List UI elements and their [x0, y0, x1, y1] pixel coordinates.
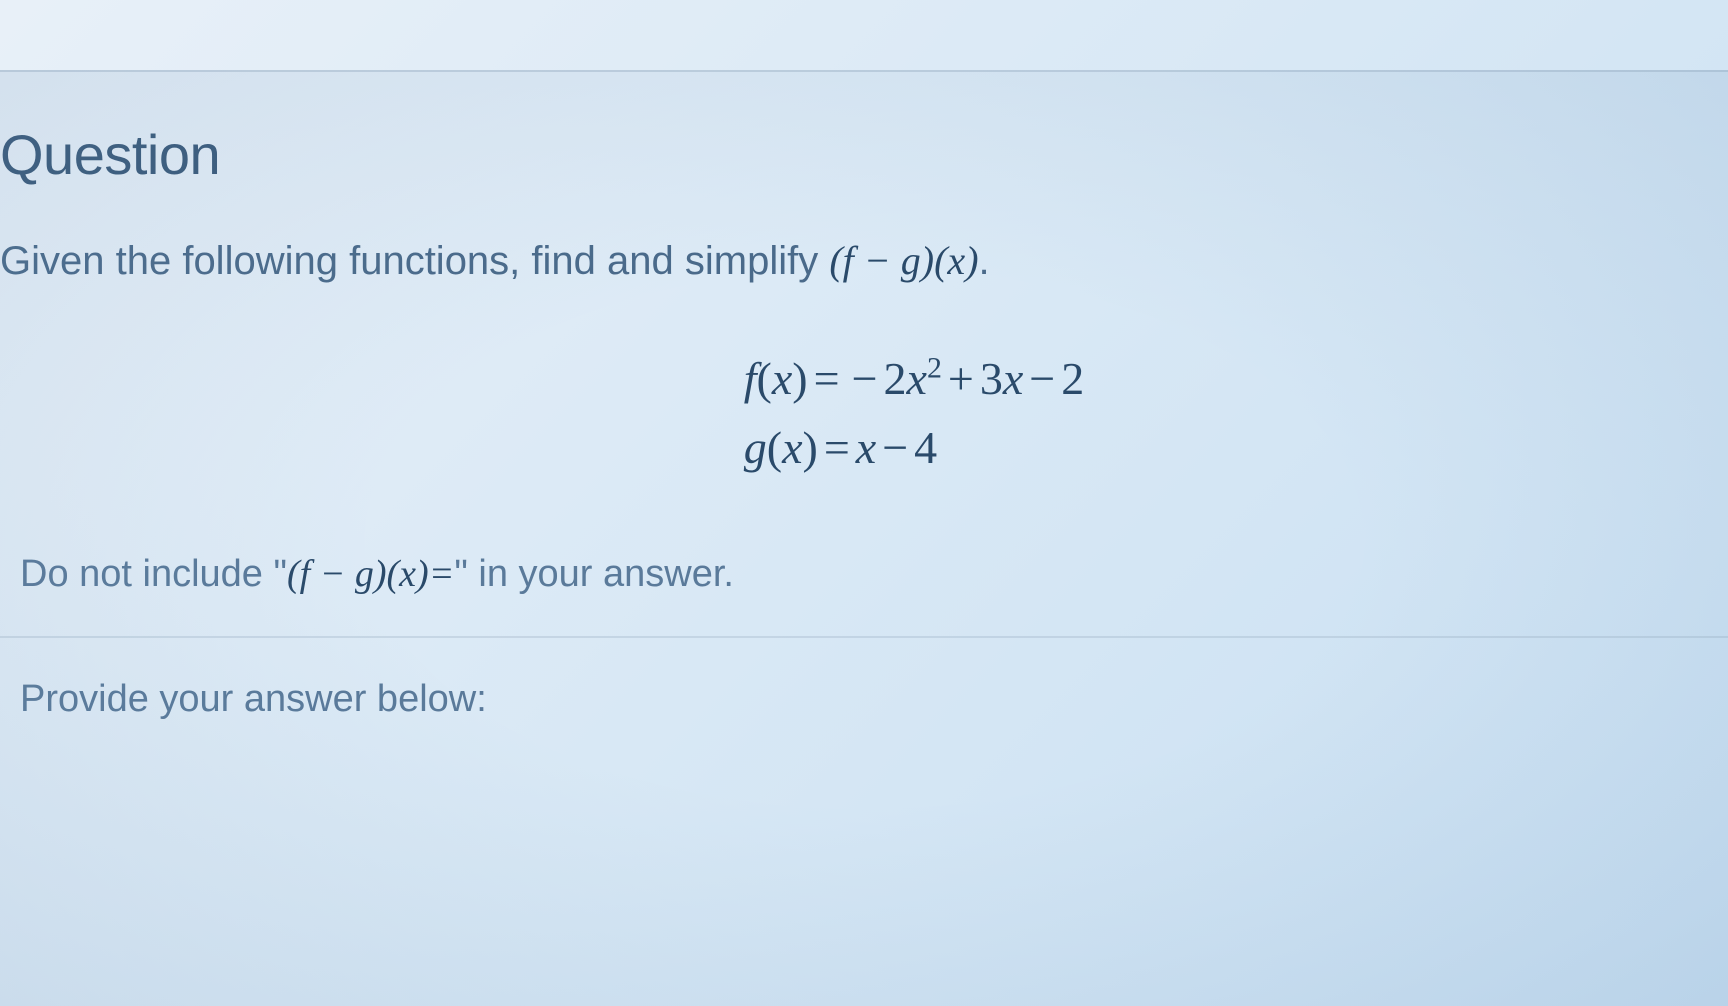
- question-container: Question Given the following functions, …: [0, 70, 1728, 1006]
- prompt-prefix: Given the following functions, find and …: [0, 239, 829, 283]
- prompt-math-expression: (f − g)(x): [829, 238, 978, 283]
- answer-prompt: Provide your answer below:: [0, 678, 1728, 721]
- note-math-expression: (f − g)(x)=: [287, 553, 454, 595]
- content-area: Question Given the following functions, …: [0, 72, 1728, 721]
- equations-block: f(x)=−2x2+3x−2 g(x)=x−4: [0, 344, 1728, 482]
- note-text: Do not include "(f − g)(x)=" in your ans…: [0, 552, 1728, 596]
- equations-inner: f(x)=−2x2+3x−2 g(x)=x−4: [744, 344, 1084, 482]
- equation-f: f(x)=−2x2+3x−2: [744, 344, 1084, 413]
- prompt-suffix: .: [979, 239, 990, 283]
- bottom-divider: [0, 636, 1728, 638]
- equation-g: g(x)=x−4: [744, 413, 1084, 482]
- question-title: Question: [0, 122, 1728, 187]
- note-suffix: " in your answer.: [454, 553, 734, 595]
- note-prefix: Do not include ": [20, 553, 287, 595]
- question-prompt: Given the following functions, find and …: [0, 237, 1728, 284]
